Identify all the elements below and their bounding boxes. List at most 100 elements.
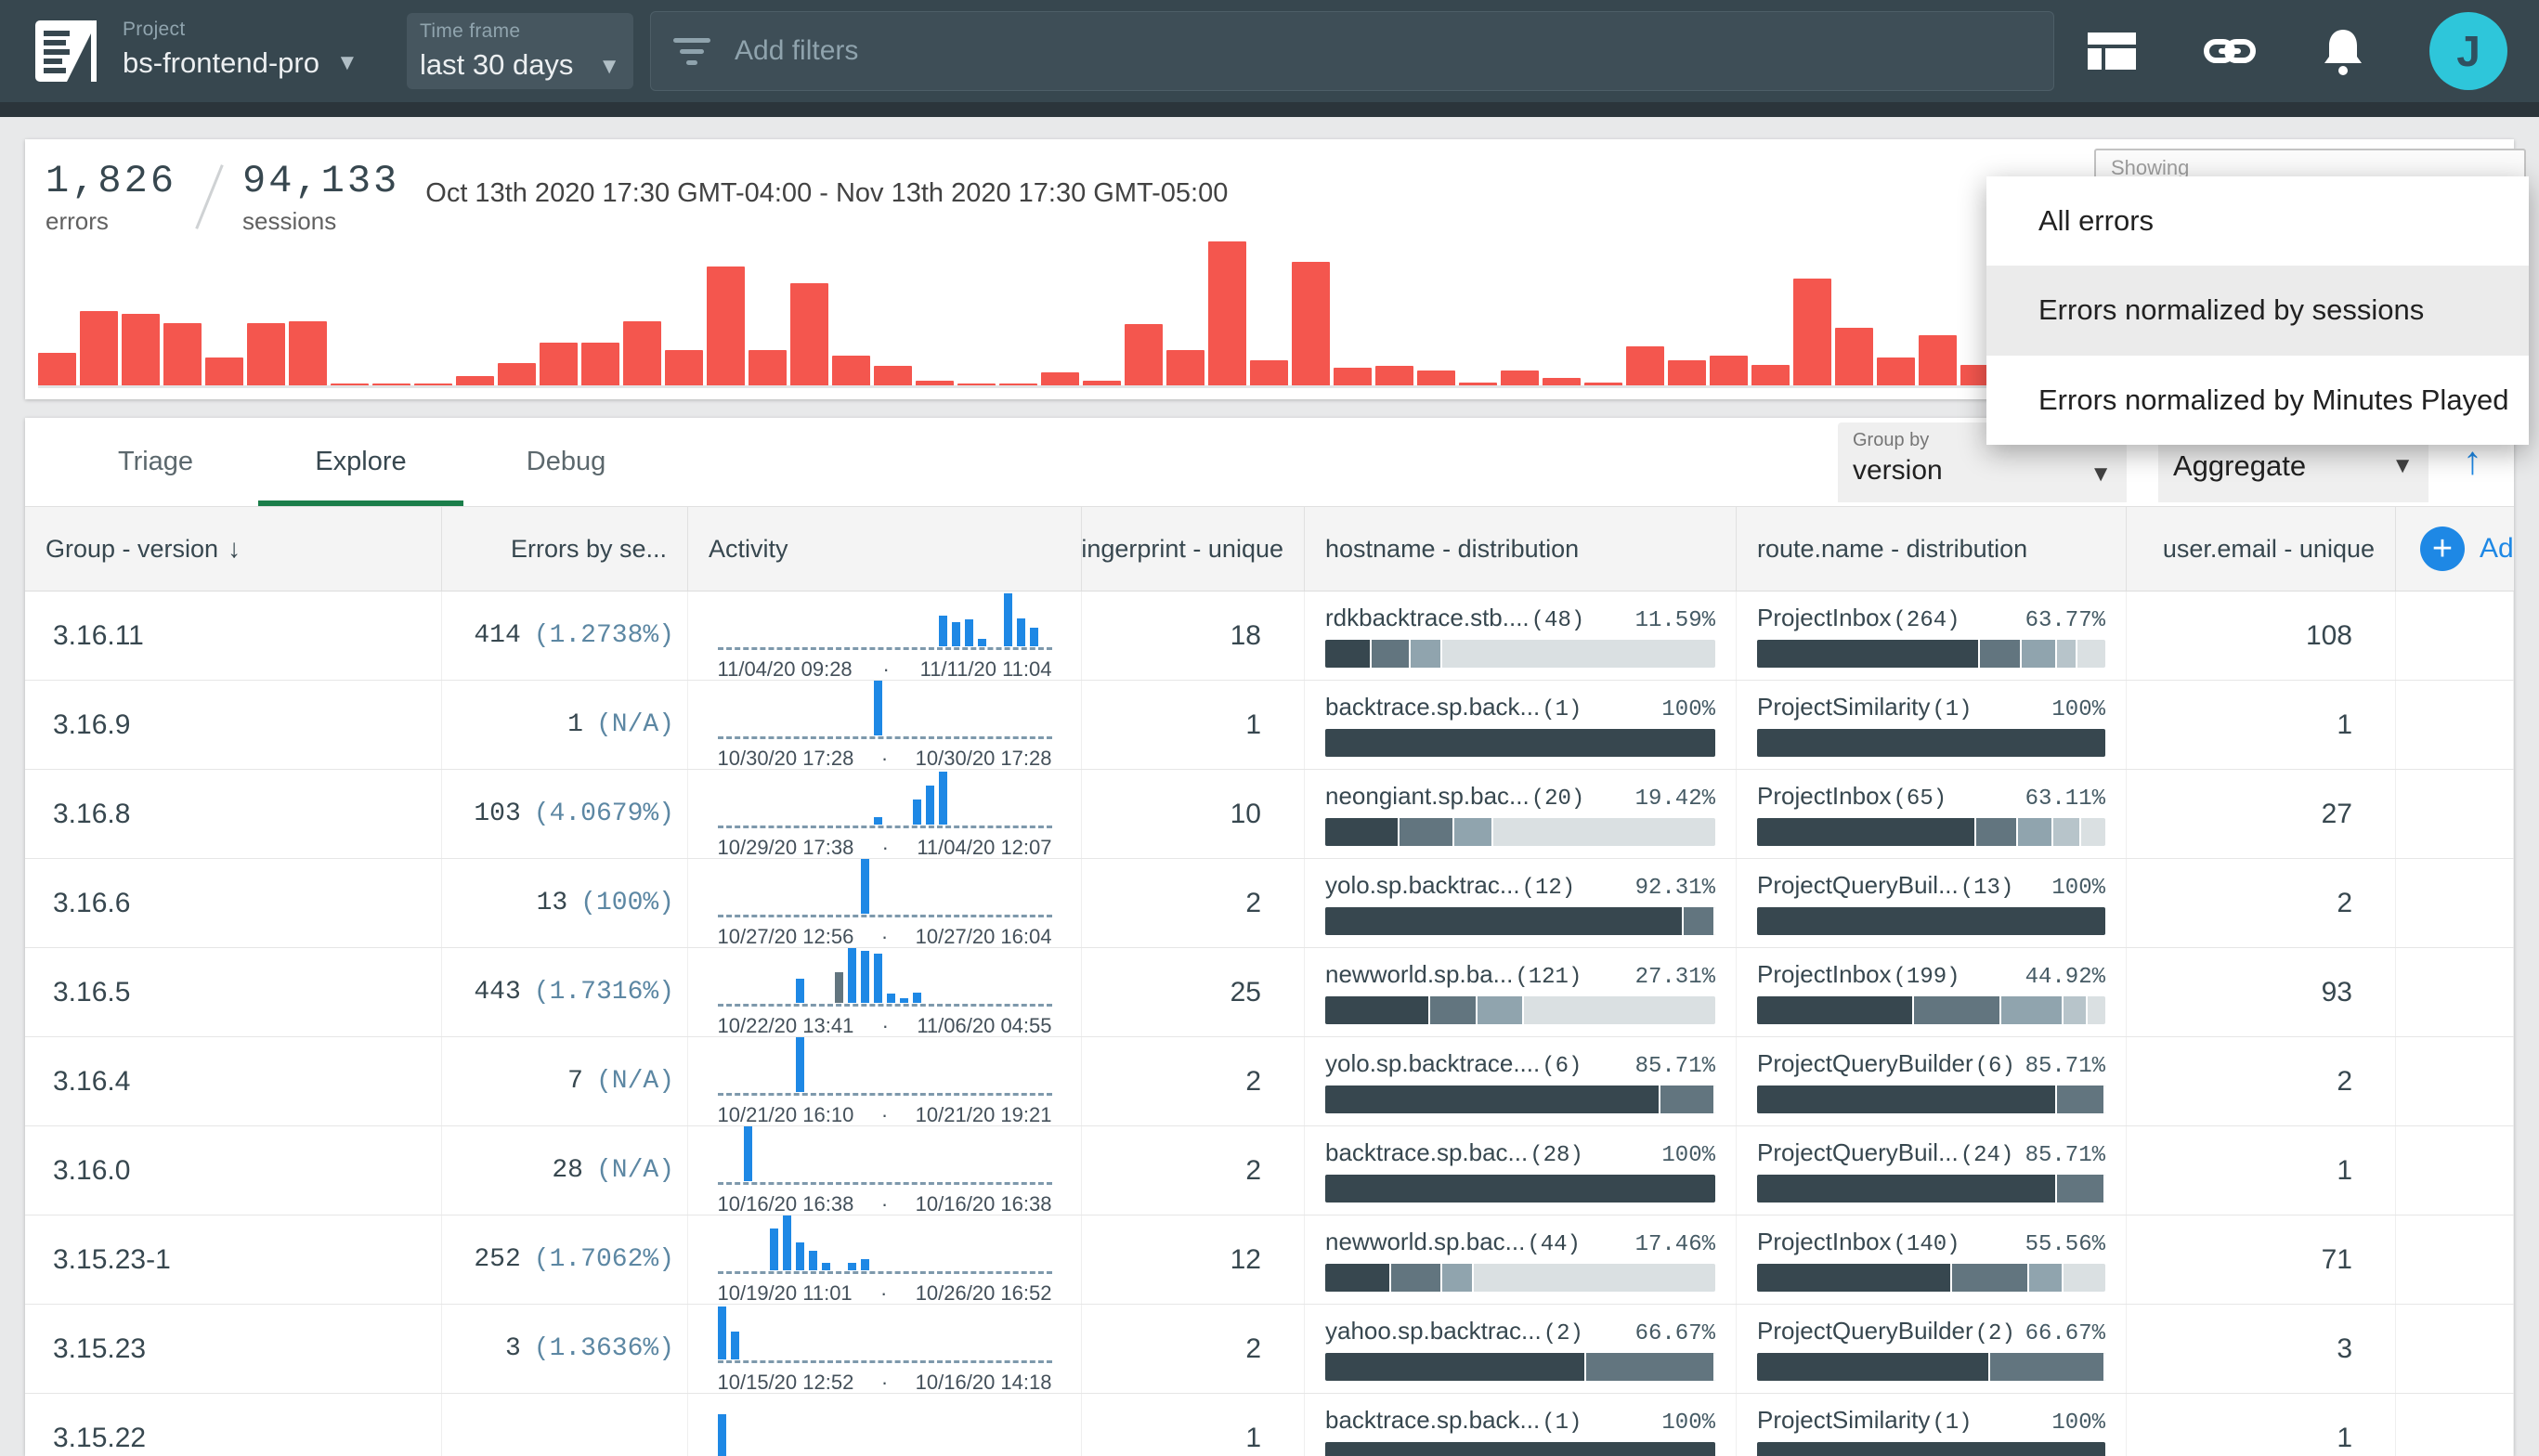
activity-cell[interactable]: 10/27/20 12:56·10/27/20 16:04 — [688, 859, 1082, 947]
histogram-bar[interactable] — [1166, 350, 1204, 385]
route-name-cell[interactable]: ProjectInbox(264)63.77% — [1737, 592, 2127, 680]
histogram-bar[interactable] — [999, 384, 1037, 385]
histogram-bar[interactable] — [456, 376, 494, 385]
histogram-bar[interactable] — [581, 343, 619, 385]
histogram-bar[interactable] — [1417, 370, 1455, 385]
histogram-bar[interactable] — [916, 381, 954, 385]
hostname-cell[interactable]: yolo.sp.backtrac...(12)92.31% — [1305, 859, 1737, 947]
project-caret-icon[interactable]: ▼ — [336, 50, 358, 76]
histogram-bar[interactable] — [38, 353, 76, 385]
histogram-bar[interactable] — [1250, 360, 1288, 385]
table-row[interactable]: 3.16.11414(1.2738%)11/04/20 09:28·11/11/… — [25, 592, 2514, 681]
route-name-cell[interactable]: ProjectInbox(65)63.11% — [1737, 770, 2127, 858]
add-column-icon[interactable]: + — [2420, 526, 2465, 571]
column-header[interactable]: Errors by se... — [442, 507, 688, 591]
histogram-bar[interactable] — [1208, 241, 1246, 385]
histogram-bar[interactable] — [1041, 372, 1079, 385]
histogram-bar[interactable] — [1459, 383, 1497, 385]
column-header[interactable]: Group - version↓ — [25, 507, 442, 591]
link-icon[interactable] — [2203, 31, 2257, 72]
histogram-bar[interactable] — [749, 350, 787, 385]
route-name-cell[interactable]: ProjectInbox(140)55.56% — [1737, 1216, 2127, 1304]
activity-cell[interactable]: 10/16/20 16:38·10/16/20 16:38 — [688, 1126, 1082, 1215]
route-name-cell[interactable]: ProjectInbox(199)44.92% — [1737, 948, 2127, 1036]
scroll-top-icon[interactable]: ↑ — [2463, 438, 2482, 483]
route-name-cell[interactable]: ProjectQueryBuil...(24)85.71% — [1737, 1126, 2127, 1215]
histogram-bar[interactable] — [163, 323, 202, 385]
hostname-cell[interactable]: neongiant.sp.bac...(20)19.42% — [1305, 770, 1737, 858]
histogram-bar[interactable] — [80, 311, 118, 385]
histogram-bar[interactable] — [1584, 383, 1622, 385]
histogram-bar[interactable] — [623, 321, 661, 385]
histogram-bar[interactable] — [832, 356, 870, 385]
histogram-bar[interactable] — [414, 384, 452, 385]
histogram-bar[interactable] — [1710, 356, 1748, 385]
histogram-bar[interactable] — [498, 363, 536, 385]
table-row[interactable]: 3.15.233(1.3636%)10/15/20 12:52·10/16/20… — [25, 1305, 2514, 1394]
activity-cell[interactable]: 10/19/20 11:01·10/26/20 16:52 — [688, 1216, 1082, 1304]
activity-cell[interactable]: 10/21/20 16:10·10/21/20 19:21 — [688, 1037, 1082, 1125]
column-header[interactable]: fingerprint - unique — [1082, 507, 1305, 591]
activity-cell[interactable] — [688, 1394, 1082, 1456]
hostname-cell[interactable]: newworld.sp.ba...(121)27.31% — [1305, 948, 1737, 1036]
histogram-bar[interactable] — [1083, 381, 1121, 385]
histogram-bar[interactable] — [1751, 365, 1790, 385]
table-row[interactable]: 3.16.028(N/A)10/16/20 16:38·10/16/20 16:… — [25, 1126, 2514, 1216]
column-header[interactable]: Activity — [688, 507, 1082, 591]
table-row[interactable]: 3.16.613(100%)10/27/20 12:56·10/27/20 16… — [25, 859, 2514, 948]
histogram-bar[interactable] — [205, 358, 243, 385]
histogram-bar[interactable] — [289, 321, 327, 385]
hostname-cell[interactable]: backtrace.sp.back...(1)100% — [1305, 1394, 1737, 1456]
histogram-bar[interactable] — [707, 266, 745, 385]
histogram-bar[interactable] — [1626, 346, 1664, 385]
showing-menu-option[interactable]: Errors normalized by sessions — [1986, 266, 2529, 355]
table-row[interactable]: 3.16.8103(4.0679%)10/29/20 17:38·11/04/2… — [25, 770, 2514, 859]
add-filters-input[interactable]: Add filters — [650, 11, 2054, 91]
sort-desc-icon[interactable]: ↓ — [228, 534, 241, 564]
table-row[interactable]: 3.16.47(N/A)10/21/20 16:10·10/21/20 19:2… — [25, 1037, 2514, 1126]
activity-cell[interactable]: 11/04/20 09:28·11/11/20 11:04 — [688, 592, 1082, 680]
activity-cell[interactable]: 10/15/20 12:52·10/16/20 14:18 — [688, 1305, 1082, 1393]
hostname-cell[interactable]: backtrace.sp.back...(1)100% — [1305, 681, 1737, 769]
hostname-cell[interactable]: yahoo.sp.backtrac...(2)66.67% — [1305, 1305, 1737, 1393]
showing-menu-option[interactable]: Errors normalized by Minutes Played — [1986, 356, 2529, 445]
histogram-bar[interactable] — [1501, 370, 1539, 385]
showing-menu-option[interactable]: All errors — [1986, 176, 2529, 266]
column-header[interactable]: user.email - unique — [2127, 507, 2396, 591]
table-row[interactable]: 3.15.23-1252(1.7062%)10/19/20 11:01·10/2… — [25, 1216, 2514, 1305]
histogram-bar[interactable] — [247, 323, 285, 385]
activity-cell[interactable]: 10/29/20 17:38·11/04/20 12:07 — [688, 770, 1082, 858]
hostname-cell[interactable]: newworld.sp.bac...(44)17.46% — [1305, 1216, 1737, 1304]
route-name-cell[interactable]: ProjectSimilarity(1)100% — [1737, 1394, 2127, 1456]
bell-icon[interactable] — [2322, 27, 2364, 75]
histogram-bar[interactable] — [1334, 368, 1372, 385]
histogram-bar[interactable] — [1877, 358, 1915, 385]
table-row[interactable]: 3.16.5443(1.7316%)10/22/20 13:41·11/06/2… — [25, 948, 2514, 1037]
hostname-cell[interactable]: backtrace.sp.bac...(28)100% — [1305, 1126, 1737, 1215]
user-avatar[interactable]: J — [2429, 12, 2507, 90]
histogram-bar[interactable] — [540, 343, 578, 385]
histogram-bar[interactable] — [874, 366, 912, 385]
tab-triage[interactable]: Triage — [53, 418, 258, 506]
activity-cell[interactable]: 10/30/20 17:28·10/30/20 17:28 — [688, 681, 1082, 769]
hostname-cell[interactable]: rdkbacktrace.stb....(48)11.59% — [1305, 592, 1737, 680]
histogram-bar[interactable] — [331, 384, 369, 385]
histogram-bar[interactable] — [372, 384, 410, 385]
table-row[interactable]: 3.15.221backtrace.sp.back...(1)100%Proje… — [25, 1394, 2514, 1456]
hostname-cell[interactable]: yolo.sp.backtrace....(6)85.71% — [1305, 1037, 1737, 1125]
histogram-bar[interactable] — [1793, 279, 1831, 385]
tab-explore[interactable]: Explore — [258, 418, 463, 506]
histogram-bar[interactable] — [1919, 335, 1957, 385]
column-header[interactable]: route.name - distribution — [1737, 507, 2127, 591]
activity-cell[interactable]: 10/22/20 13:41·11/06/20 04:55 — [688, 948, 1082, 1036]
tab-debug[interactable]: Debug — [463, 418, 669, 506]
histogram-bar[interactable] — [1668, 360, 1706, 385]
route-name-cell[interactable]: ProjectSimilarity(1)100% — [1737, 681, 2127, 769]
histogram-bar[interactable] — [1292, 262, 1330, 385]
table-row[interactable]: 3.16.91(N/A)10/30/20 17:28·10/30/20 17:2… — [25, 681, 2514, 770]
route-name-cell[interactable]: ProjectQueryBuilder(2)66.67% — [1737, 1305, 2127, 1393]
histogram-bar[interactable] — [1125, 324, 1163, 385]
histogram-bar[interactable] — [957, 384, 996, 385]
timeframe-select[interactable]: Time frame last 30 days ▼ — [407, 13, 633, 89]
backtrace-logo-icon[interactable] — [35, 20, 97, 82]
